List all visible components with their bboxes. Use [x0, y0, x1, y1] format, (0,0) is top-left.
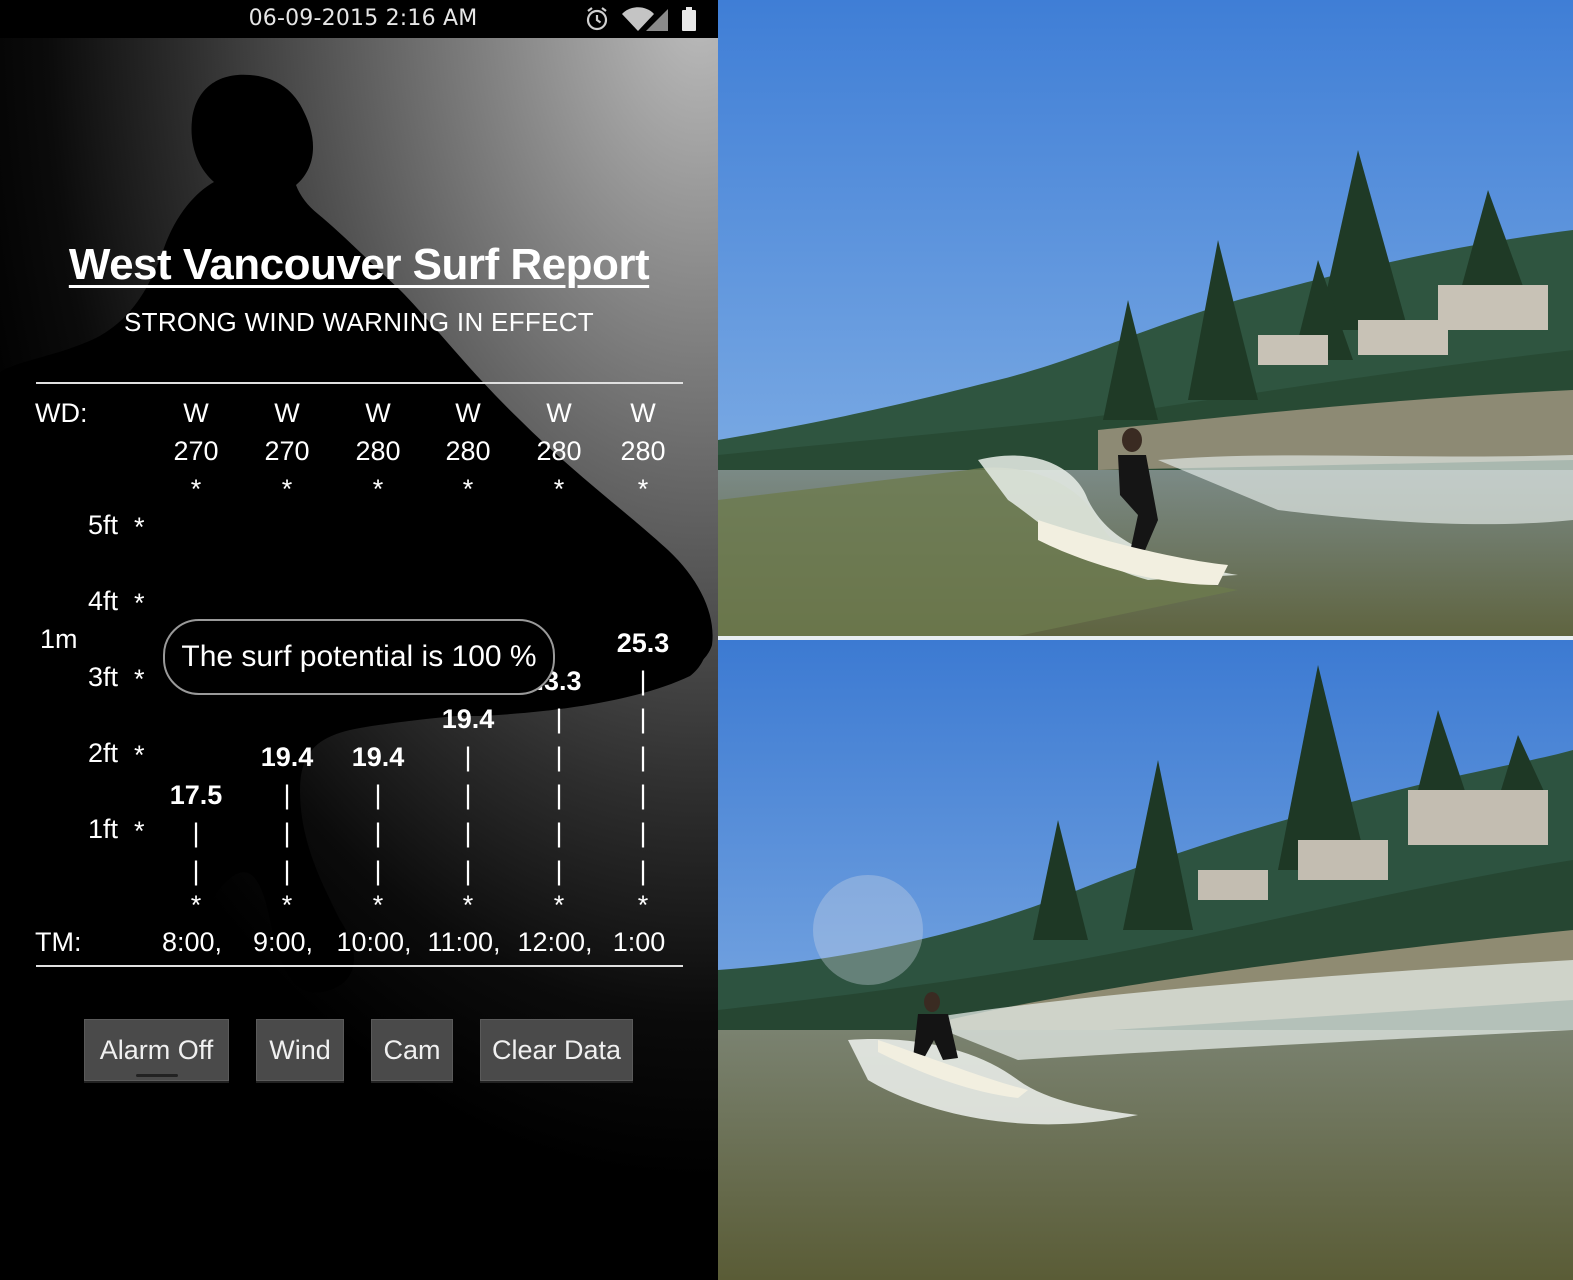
bar-base-marker: * [637, 890, 649, 920]
bar-base-marker: * [462, 890, 474, 920]
time-tick-label: 10:00, [336, 927, 412, 957]
bottom-divider [36, 965, 683, 967]
y-tick-4ft: 4ft [88, 586, 119, 616]
wind-degree-value: 270 [264, 436, 310, 466]
alarm-icon [586, 7, 608, 31]
wind-row-marker: * [637, 474, 649, 504]
wind-direction-value: W [183, 398, 209, 428]
bar-value-label: 19.4 [260, 742, 314, 772]
bar-value-label: 17.5 [169, 780, 223, 810]
wind-button[interactable]: Wind [256, 1019, 344, 1081]
bar-segment: | [283, 780, 291, 810]
bar-segment: | [639, 818, 647, 848]
y-axis-marker: * [134, 588, 145, 618]
bar-value-label: 25.3 [616, 628, 670, 658]
wind-row-marker: * [553, 474, 565, 504]
bar-segment: | [639, 666, 647, 696]
y-axis-marker: * [134, 512, 145, 542]
surf-photo-bottom [718, 640, 1573, 1280]
wind-warning-text: STRONG WIND WARNING IN EFFECT [124, 307, 594, 337]
bar-segment: | [374, 856, 382, 886]
bar-segment: | [555, 818, 563, 848]
bar-value-label: 19.4 [441, 704, 495, 734]
wind-degree-value: 270 [173, 436, 219, 466]
time-tick-label: 1:00 [612, 927, 666, 957]
bar-segment: | [283, 818, 291, 848]
bar-segment: | [555, 856, 563, 886]
bar-base-marker: * [281, 890, 293, 920]
bar-segment: | [464, 818, 472, 848]
cam-button[interactable]: Cam [371, 1019, 453, 1081]
y-tick-2ft: 2ft [88, 738, 119, 768]
bar-segment: | [192, 818, 200, 848]
time-label: TM: [35, 927, 82, 957]
time-tick-label: 8:00, [161, 927, 223, 957]
wind-direction-label: WD: [35, 398, 88, 428]
wind-row-marker: * [281, 474, 293, 504]
report-title: West Vancouver Surf Report [68, 240, 650, 289]
bar-segment: | [639, 704, 647, 734]
alarm-off-button[interactable]: Alarm Off [84, 1019, 229, 1081]
wind-direction-value: W [274, 398, 300, 428]
bar-segment: | [283, 856, 291, 886]
wifi-icon [622, 7, 654, 31]
bar-base-marker: * [553, 890, 565, 920]
bar-base-marker: * [372, 890, 384, 920]
y-axis-marker: * [134, 816, 145, 846]
bar-segment: | [639, 742, 647, 772]
bar-segment: | [639, 856, 647, 886]
status-bar: 06-09-2015 2:16 AM [0, 0, 718, 38]
bar-base-marker: * [190, 890, 202, 920]
time-tick-label: 9:00, [252, 927, 314, 957]
bar-segment: | [464, 742, 472, 772]
time-tick-label: 11:00, [427, 927, 501, 957]
y-tick-3ft: 3ft [88, 662, 119, 692]
wind-direction-value: W [630, 398, 656, 428]
bar-segment: | [464, 780, 472, 810]
y-axis-marker: * [134, 740, 145, 770]
surf-photo-top [718, 0, 1573, 636]
bar-segment: | [639, 780, 647, 810]
y-tick-1m: 1m [40, 624, 78, 654]
bar-segment: | [555, 742, 563, 772]
wind-row-marker: * [190, 474, 202, 504]
wind-direction-value: W [455, 398, 481, 428]
wind-row-marker: * [462, 474, 474, 504]
wind-direction-value: W [546, 398, 572, 428]
status-icons [586, 7, 696, 31]
clear-data-button[interactable]: Clear Data [480, 1019, 633, 1081]
wind-degree-value: 280 [620, 436, 666, 466]
surf-potential-toast: The surf potential is 100 % [163, 619, 555, 695]
bar-segment: | [374, 780, 382, 810]
y-axis-marker: * [134, 664, 145, 694]
wind-row-marker: * [372, 474, 384, 504]
bar-segment: | [555, 780, 563, 810]
top-divider [36, 382, 683, 384]
bar-value-label: 19.4 [351, 742, 405, 772]
wind-degree-value: 280 [536, 436, 582, 466]
bar-segment: | [192, 856, 200, 886]
surf-report-app-screen: 06-09-2015 2:16 AM West Vancouver Surf R… [0, 0, 718, 1280]
battery-icon [682, 7, 696, 31]
wind-degree-value: 280 [355, 436, 401, 466]
bar-segment: | [555, 704, 563, 734]
y-tick-1ft: 1ft [88, 814, 119, 844]
wind-direction-value: W [365, 398, 391, 428]
y-tick-5ft: 5ft [88, 510, 119, 540]
bar-segment: | [374, 818, 382, 848]
wind-degree-value: 280 [445, 436, 491, 466]
bar-segment: | [464, 856, 472, 886]
time-tick-label: 12:00, [517, 927, 593, 957]
